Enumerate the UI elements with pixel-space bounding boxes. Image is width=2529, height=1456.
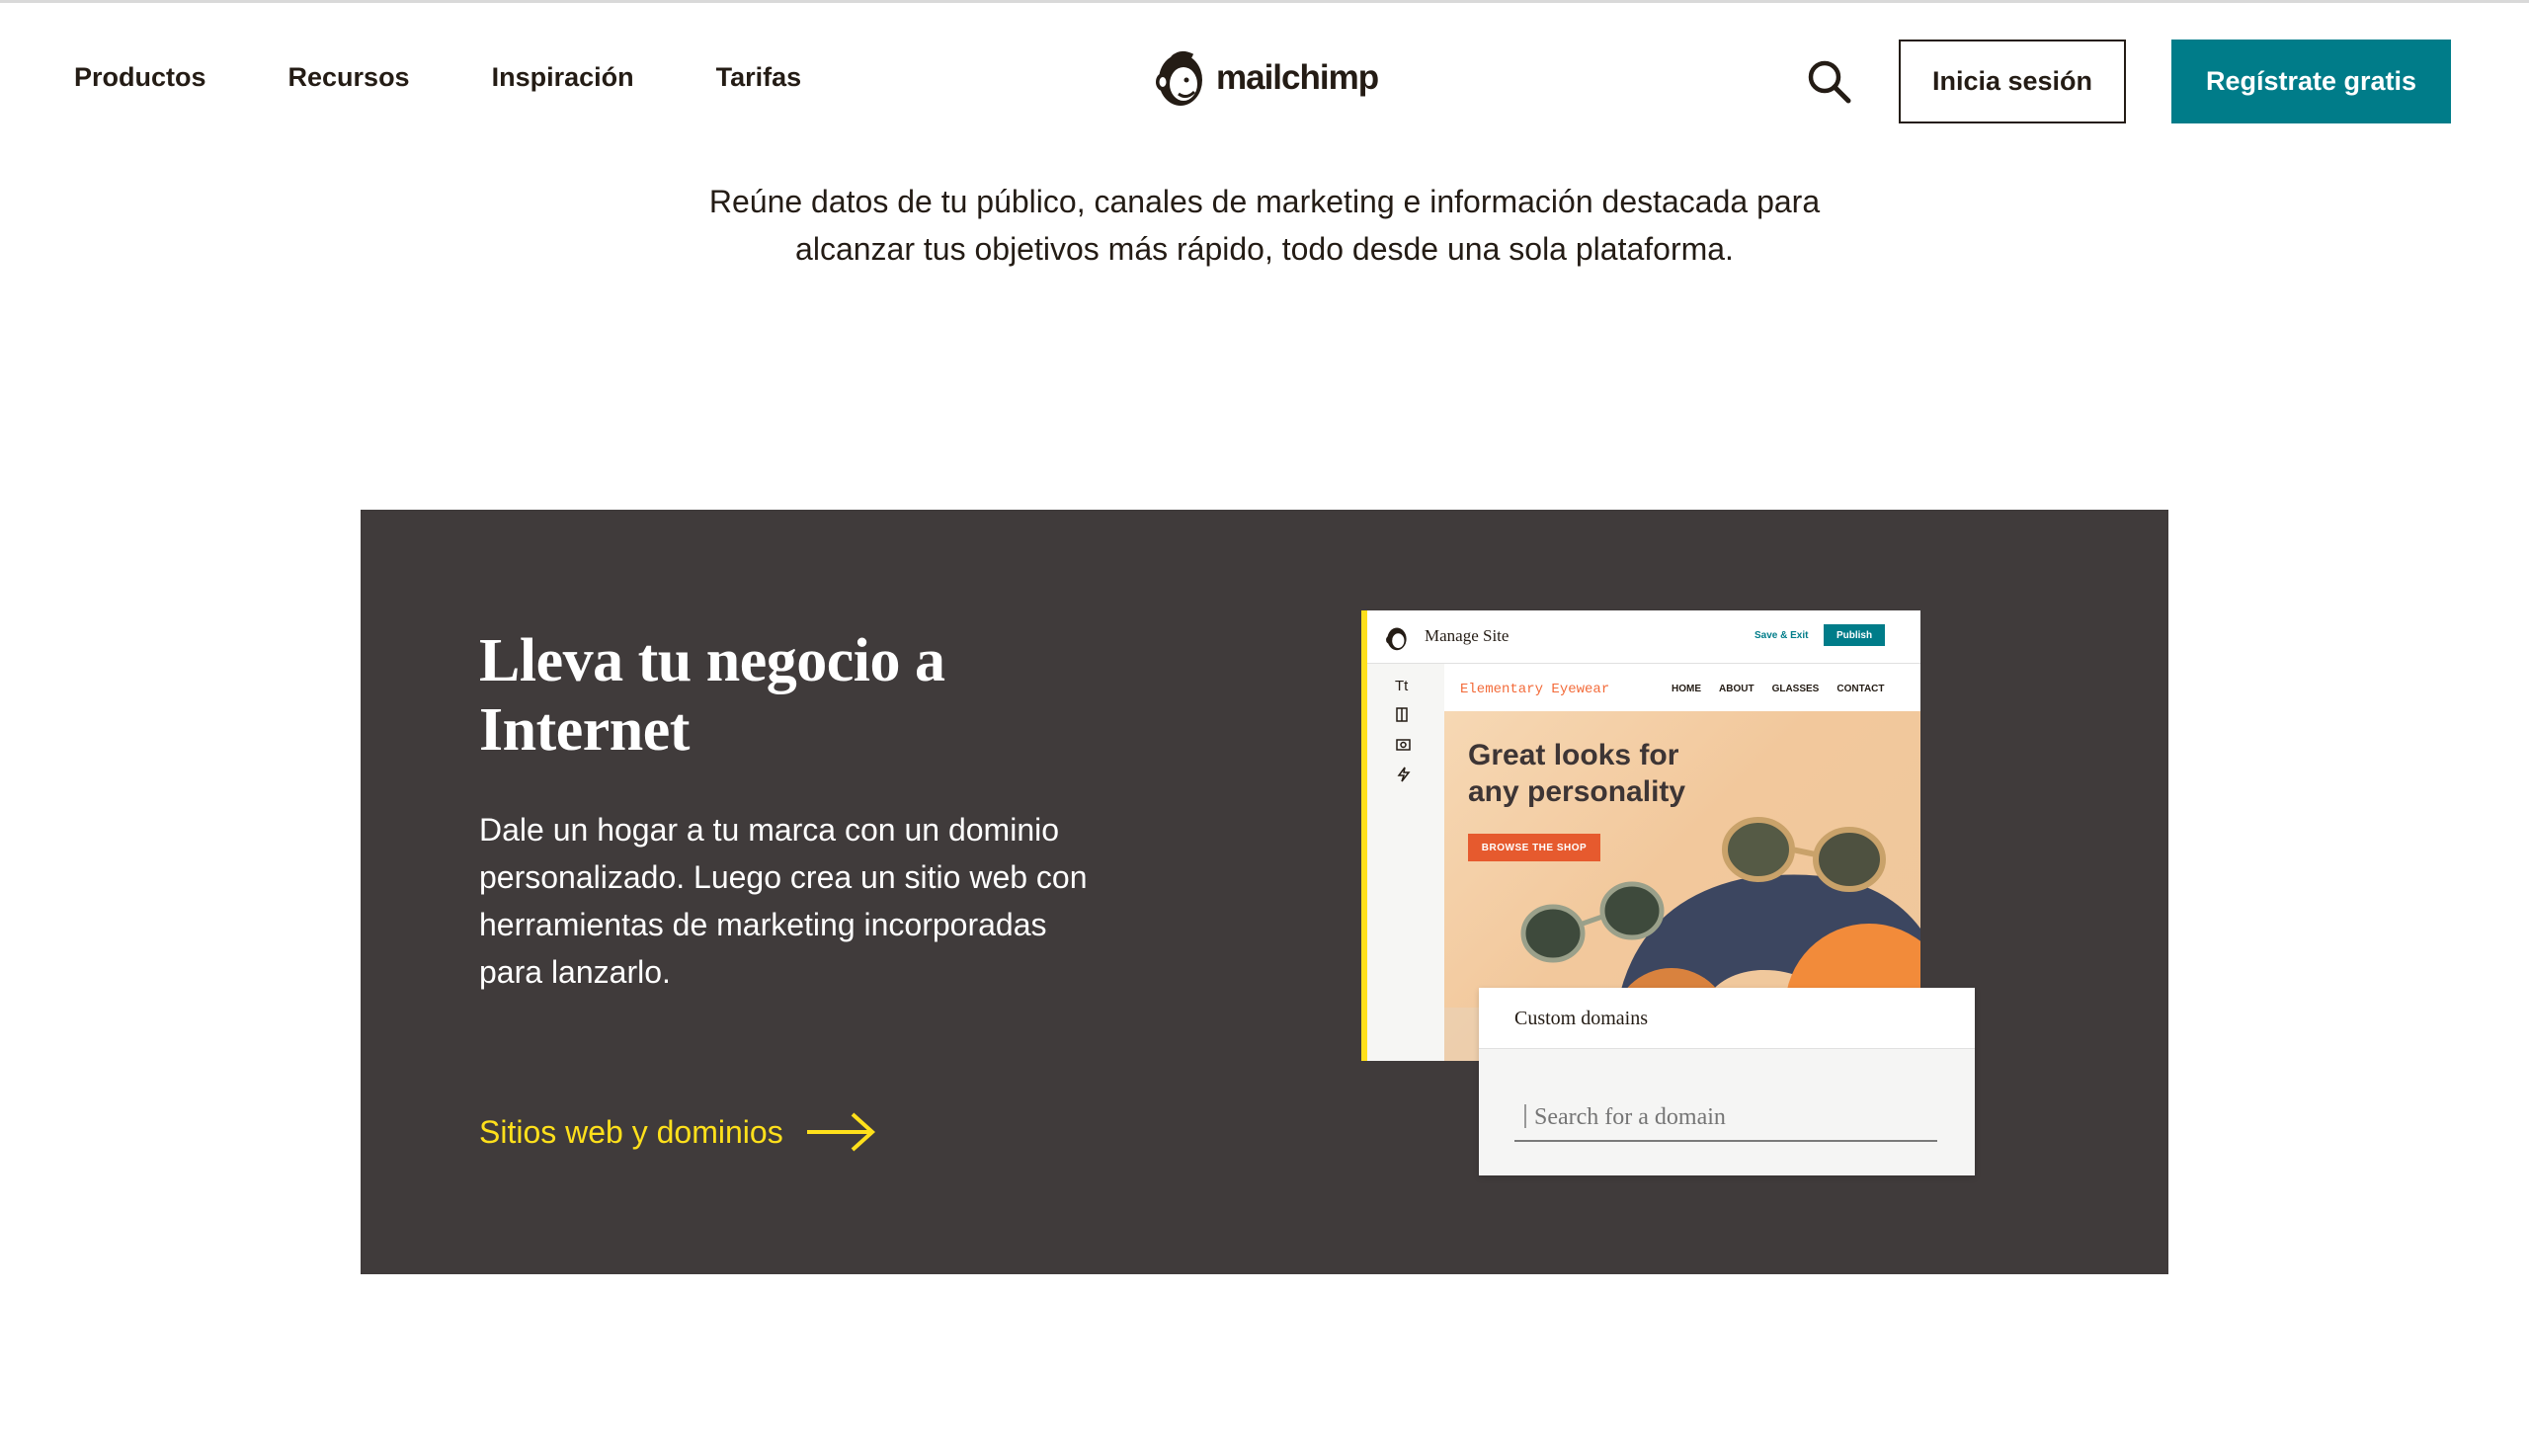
layout-tool-icon [1396, 707, 1408, 722]
hero-title-line-1: Great looks for [1468, 739, 1679, 771]
nav-item-recursos[interactable]: Recursos [288, 62, 410, 93]
feature-desc-line-1: Dale un hogar a tu marca con un dominio [479, 812, 1060, 848]
domain-search-input[interactable] [1514, 1094, 1937, 1142]
custom-domains-header: Custom domains [1479, 988, 1975, 1049]
feature-desc-line-4: para lanzarlo. [479, 954, 671, 990]
mockup-tool-sidebar: Tt [1367, 664, 1444, 1061]
save-exit-link: Save & Exit [1754, 630, 1809, 641]
mailchimp-logo-icon [1386, 627, 1407, 651]
custom-domains-title: Custom domains [1514, 1008, 1649, 1029]
websites-domains-link[interactable]: Sitios web y dominios [479, 1110, 876, 1154]
site-header: Productos Recursos Inspiración Tarifas m… [0, 3, 2529, 153]
hero-title-line-2: any personality [1468, 775, 1686, 808]
site-link-glasses: GLASSES [1771, 684, 1820, 694]
nav-item-productos[interactable]: Productos [74, 62, 206, 93]
mockup-toolbar: Manage Site Save & Exit Publish [1361, 610, 1920, 664]
site-brand: Elementary Eyewear [1460, 682, 1610, 697]
publish-button: Publish [1824, 624, 1885, 646]
nav-item-tarifas[interactable]: Tarifas [716, 62, 802, 93]
site-preview-nav: Elementary Eyewear HOME ABOUT GLASSES CO… [1444, 664, 1920, 711]
arrow-right-icon [806, 1112, 875, 1152]
site-link-home: HOME [1672, 684, 1701, 694]
manage-site-label: Manage Site [1425, 626, 1509, 645]
image-tool-icon [1396, 739, 1411, 751]
text-tool-icon: Tt [1395, 678, 1409, 694]
site-link-contact: CONTACT [1836, 684, 1885, 694]
mailchimp-logo[interactable]: mailchimp [1151, 46, 1379, 110]
intro-line-2: alcanzar tus objetivos más rápido, todo … [795, 231, 1734, 267]
intro-text: Reúne datos de tu público, canales de ma… [494, 178, 2035, 273]
hero-title: Great looks for any personality [1468, 737, 1705, 810]
browse-shop-button: BROWSE THE SHOP [1468, 834, 1600, 861]
mailchimp-logo-icon [1156, 50, 1202, 106]
feature-desc-line-2: personalizado. Luego crea un sitio web c… [479, 859, 1088, 895]
feature-title: Lleva tu negocio a Internet [479, 626, 1171, 765]
nav-item-inspiracion[interactable]: Inspiración [492, 62, 634, 93]
feature-title-line-2: Internet [479, 696, 690, 764]
search-icon [1808, 60, 1851, 104]
bolt-tool-icon [1397, 767, 1411, 782]
site-link-about: ABOUT [1719, 684, 1754, 694]
signup-button[interactable]: Regístrate gratis [2171, 40, 2451, 123]
text-caret [1524, 1104, 1526, 1128]
custom-domains-card: Custom domains [1479, 988, 1975, 1175]
login-button[interactable]: Inicia sesión [1899, 40, 2126, 123]
feature-desc-line-3: herramientas de marketing incorporadas [479, 907, 1047, 942]
logo-text: mailchimp [1216, 58, 1379, 97]
intro-line-1: Reúne datos de tu público, canales de ma… [708, 184, 1821, 219]
websites-domains-link-label: Sitios web y dominios [479, 1113, 783, 1150]
main-nav: Productos Recursos Inspiración Tarifas [74, 62, 883, 93]
search-button[interactable] [1805, 57, 1852, 105]
feature-description: Dale un hogar a tu marca con un dominio … [479, 806, 1151, 996]
feature-title-line-1: Lleva tu negocio a [479, 627, 945, 694]
